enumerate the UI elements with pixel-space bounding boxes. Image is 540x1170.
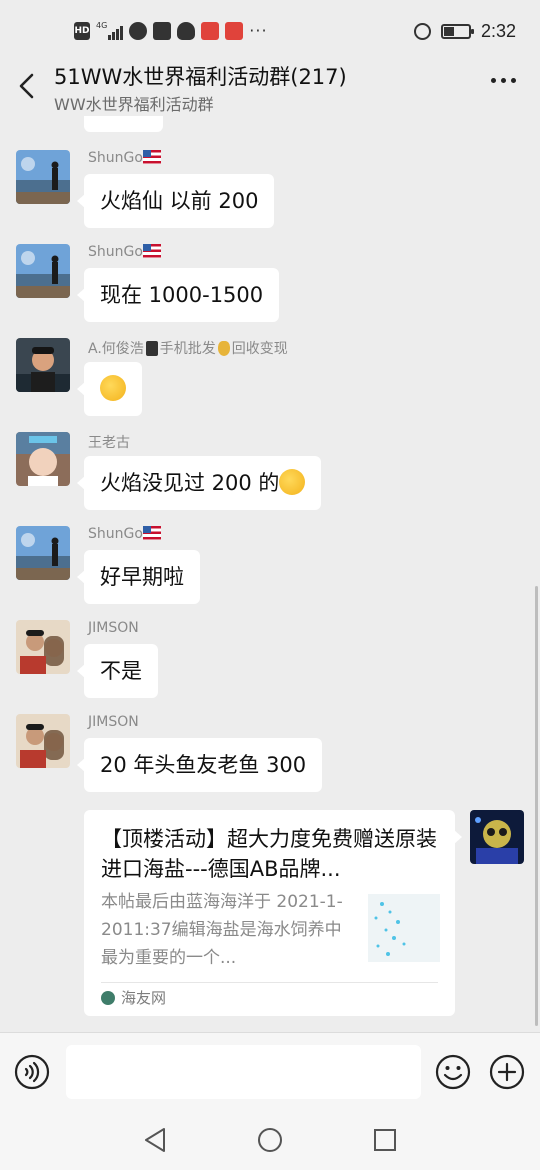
status-time: 2:32 bbox=[480, 21, 516, 41]
chat-header: 51WW水世界福利活动群(217) WW水世界福利活动群 bbox=[0, 56, 540, 116]
link-card[interactable]: 【顶楼活动】超大力度免费赠送原装进口海盐---德国AB品牌... 本帖最后由蓝海… bbox=[84, 810, 462, 1016]
voice-input-icon[interactable] bbox=[14, 1054, 50, 1090]
avatar[interactable] bbox=[16, 338, 70, 392]
nav-recent-apps-icon[interactable] bbox=[372, 1127, 398, 1153]
message-bubble[interactable] bbox=[77, 362, 142, 416]
message-bubble[interactable]: 不是 bbox=[77, 644, 158, 698]
chat-subtitle: WW水世界福利活动群 bbox=[54, 95, 214, 114]
message-list[interactable]: ShunGo 火焰仙 以前 200 ShunGo 现在 1000-1500 A.… bbox=[0, 116, 540, 1032]
alarm-icon bbox=[413, 23, 431, 40]
message-bubble[interactable]: 现在 1000-1500 bbox=[76, 268, 280, 322]
nav-home-icon[interactable] bbox=[257, 1127, 283, 1153]
sender-name: ShunGo bbox=[88, 244, 161, 260]
message-bubble[interactable]: 火焰没见过 200 的 bbox=[76, 456, 322, 510]
sender-name: JIMSON bbox=[88, 714, 139, 730]
link-card-description: 本帖最后由蓝海海洋于 2021-1-2011:37编辑海盐是海水饲养中最为重要的… bbox=[101, 892, 343, 968]
status-icons-left: HD 4G ··· bbox=[74, 22, 268, 40]
input-bar bbox=[0, 1032, 540, 1110]
app-icon bbox=[153, 22, 172, 40]
flag-icon bbox=[142, 244, 161, 258]
plus-icon[interactable] bbox=[489, 1054, 525, 1090]
message-bubble[interactable]: 好早期啦 bbox=[77, 550, 200, 604]
message-bubble[interactable] bbox=[84, 116, 163, 132]
emoji-icon[interactable] bbox=[435, 1054, 471, 1090]
avatar[interactable] bbox=[16, 244, 70, 298]
money-bag-emoji-icon bbox=[217, 340, 230, 356]
battery-icon bbox=[440, 24, 474, 39]
nav-back-icon[interactable] bbox=[142, 1126, 168, 1154]
app-icon bbox=[201, 22, 220, 40]
avatar[interactable] bbox=[16, 150, 70, 204]
chat-title: 51WW水世界福利活动群(217) bbox=[54, 65, 347, 89]
crying-laughing-emoji-icon bbox=[279, 469, 306, 495]
message-bubble[interactable]: 火焰仙 以前 200 bbox=[76, 174, 275, 228]
hd-icon: HD bbox=[74, 22, 90, 40]
more-options-icon[interactable] bbox=[491, 78, 516, 83]
battery-level bbox=[443, 27, 455, 36]
link-card-thumbnail bbox=[368, 894, 440, 962]
crying-laughing-emoji-icon bbox=[100, 375, 126, 401]
phone-emoji-icon bbox=[145, 340, 158, 356]
sender-name: JIMSON bbox=[88, 620, 139, 636]
app-icon bbox=[129, 22, 148, 40]
sender-name: ShunGo bbox=[88, 526, 161, 542]
status-icons-right: 2:32 bbox=[413, 21, 516, 42]
sender-name: ShunGo bbox=[88, 150, 161, 166]
source-logo-icon bbox=[101, 990, 115, 1005]
app-icon bbox=[225, 22, 244, 40]
back-arrow-icon[interactable] bbox=[14, 70, 42, 102]
more-notifications-icon: ··· bbox=[249, 21, 268, 40]
avatar[interactable] bbox=[16, 432, 70, 486]
message-bubble[interactable]: 20 年头鱼友老鱼 300 bbox=[76, 738, 323, 792]
sender-name: 王老古 bbox=[88, 435, 130, 451]
avatar[interactable] bbox=[16, 526, 70, 580]
signal-icon: 4G bbox=[96, 22, 124, 40]
system-nav-bar bbox=[0, 1110, 540, 1170]
message-input[interactable] bbox=[66, 1045, 421, 1099]
source-name: 海友网 bbox=[121, 989, 167, 1007]
link-card-title: 【顶楼活动】超大力度免费赠送原装进口海盐---德国AB品牌... bbox=[101, 827, 437, 881]
sender-name: A.何俊浩 手机批发 回收变现 bbox=[88, 340, 288, 357]
avatar[interactable] bbox=[16, 620, 70, 674]
flag-icon bbox=[142, 150, 161, 164]
link-card-source: 海友网 bbox=[101, 987, 166, 1008]
qq-icon bbox=[177, 22, 196, 40]
status-bar: HD 4G ··· 2:32 bbox=[0, 0, 540, 64]
avatar[interactable] bbox=[16, 714, 70, 768]
divider bbox=[101, 982, 438, 983]
scrollbar[interactable] bbox=[535, 586, 538, 1026]
flag-icon bbox=[142, 526, 161, 540]
my-avatar[interactable] bbox=[470, 810, 524, 864]
